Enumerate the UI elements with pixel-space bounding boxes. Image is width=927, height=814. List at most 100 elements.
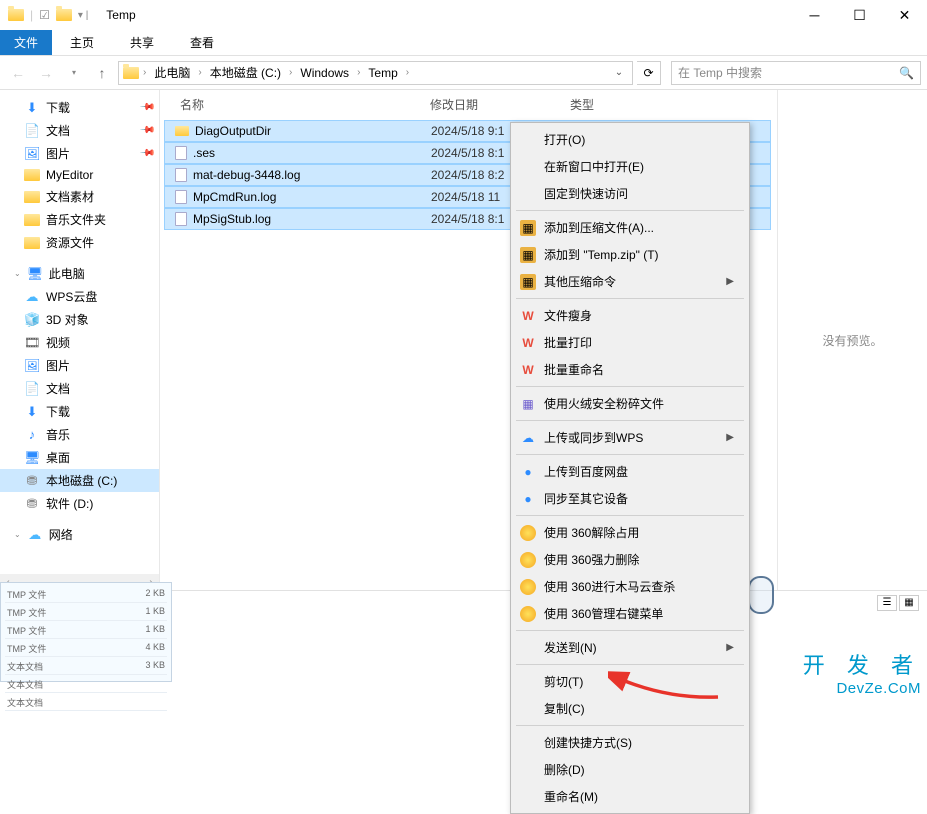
sidebar-item[interactable]: MyEditor [0,165,159,185]
sidebar-item[interactable]: 文档素材 [0,185,159,208]
menu-item-label: 删除(D) [544,761,585,778]
chevron-right-icon[interactable]: › [141,67,148,78]
menu-item[interactable]: W文件瘦身 [514,302,746,329]
nav-back-button[interactable]: ← [6,61,30,85]
menu-item[interactable]: W批量重命名 [514,356,746,383]
tab-share[interactable]: 共享 [112,30,172,55]
menu-item[interactable]: 在新窗口中打开(E) [514,153,746,180]
expand-icon[interactable]: ⌄ [14,269,21,278]
drive-icon: ⛃ [24,473,40,489]
breadcrumb[interactable]: Temp [364,66,401,80]
chevron-right-icon[interactable]: › [287,67,294,78]
menu-item-label: 使用火绒安全粉碎文件 [544,395,664,412]
menu-item[interactable]: ●同步至其它设备 [514,485,746,512]
file-icon [175,190,187,204]
menu-item[interactable]: ●上传到百度网盘 [514,458,746,485]
sidebar-item[interactable]: 音乐文件夹 [0,208,159,231]
menu-item[interactable]: ▦其他压缩命令▶ [514,268,746,295]
sidebar-item[interactable]: ⬇下载📌 [0,96,159,119]
sidebar-item-label: 音乐 [46,426,70,443]
sidebar-item[interactable]: 📄文档 [0,377,159,400]
window-folder-icon [8,9,24,21]
menu-item[interactable]: 重命名(M) [514,783,746,810]
qat-folder-icon[interactable] [56,9,72,21]
refresh-button[interactable]: ⟳ [637,61,661,85]
context-menu: 打开(O)在新窗口中打开(E) 固定到快速访问 ▦添加到压缩文件(A)...▦添加到… [510,122,750,814]
menu-item[interactable]: 使用 360解除占用 [514,519,746,546]
expand-icon[interactable]: ⌄ [14,530,21,539]
title-bar: | ☑ ▾ | Temp ─ ☐ ✕ [0,0,927,30]
folder-icon [24,191,40,203]
3d-icon: 🧊 [24,312,40,328]
column-name[interactable]: 名称 [170,96,430,113]
menu-item[interactable]: 剪切(T) [514,668,746,695]
column-date[interactable]: 修改日期 [430,96,570,113]
menu-item[interactable]: 固定到快速访问 [514,180,746,207]
thumb-row: TMP 文件1 KB [5,623,167,639]
menu-item[interactable]: 使用 360进行木马云查杀 [514,573,746,600]
bottom-thumbnail: TMP 文件2 KBTMP 文件1 KBTMP 文件1 KBTMP 文件4 KB… [0,582,172,682]
sidebar-item[interactable]: 📄文档📌 [0,119,159,142]
tab-view[interactable]: 查看 [172,30,232,55]
minimize-button[interactable]: ─ [792,0,837,30]
breadcrumb[interactable]: 此电脑 [150,64,194,81]
breadcrumb[interactable]: Windows [296,66,353,80]
menu-item-label: 添加到 "Temp.zip" (T) [544,246,659,263]
menu-item[interactable]: ▦添加到压缩文件(A)... [514,214,746,241]
menu-item[interactable]: 删除(D) [514,756,746,783]
nav-forward-button[interactable]: → [34,61,58,85]
menu-item[interactable]: 创建快捷方式(S) [514,729,746,756]
chevron-right-icon[interactable]: › [355,67,362,78]
address-dropdown-icon[interactable]: ⌄ [610,67,628,78]
file-icon [175,146,187,160]
address-bar[interactable]: › 此电脑 › 本地磁盘 (C:) › Windows › Temp › ⌄ [118,61,633,85]
view-thumbnails-icon[interactable]: ▦ [899,595,919,611]
menu-item[interactable]: 使用 360管理右键菜单 [514,600,746,627]
sidebar-item[interactable]: ⛃软件 (D:) [0,492,159,515]
nav-recent-button[interactable]: ▾ [62,61,86,85]
menu-item[interactable]: W批量打印 [514,329,746,356]
menu-item[interactable]: ☁上传或同步到WPS▶ [514,424,746,451]
nav-up-button[interactable]: ↑ [90,61,114,85]
desktop-icon: 🖥 [27,266,43,282]
menu-item[interactable]: ▦添加到 "Temp.zip" (T) [514,241,746,268]
chevron-right-icon[interactable]: › [196,67,203,78]
sidebar-item[interactable]: ⛃本地磁盘 (C:) [0,469,159,492]
sidebar-item[interactable]: ☁WPS云盘 [0,285,159,308]
thumb-row: 文本文档 [5,695,167,711]
menu-item[interactable]: ▦使用火绒安全粉碎文件 [514,390,746,417]
sidebar-item[interactable]: 资源文件 [0,231,159,254]
search-icon[interactable]: 🔍 [899,66,914,80]
view-details-icon[interactable]: ☰ [877,595,897,611]
chevron-right-icon[interactable]: › [404,67,411,78]
qat-check-icon[interactable]: ☑ [39,8,50,22]
menu-item[interactable]: 复制(C) [514,695,746,722]
sidebar-item[interactable]: 🖼图片📌 [0,142,159,165]
tab-home[interactable]: 主页 [52,30,112,55]
menu-item-label: 固定到快速访问 [544,185,628,202]
sidebar-item-label: 软件 (D:) [46,495,93,512]
maximize-button[interactable]: ☐ [837,0,882,30]
breadcrumb[interactable]: 本地磁盘 (C:) [206,64,285,81]
sidebar-item-label: 视频 [46,334,70,351]
close-button[interactable]: ✕ [882,0,927,30]
sidebar-item[interactable]: 🎞视频 [0,331,159,354]
bd-icon: ● [520,464,536,480]
sidebar-item-label: 文档 [46,380,70,397]
qat-dropdown-icon[interactable]: ▾ | [78,10,88,21]
sidebar-header[interactable]: ⌄☁网络 [0,523,159,546]
menu-item[interactable]: 发送到(N)▶ [514,634,746,661]
menu-item[interactable]: 打开(O) [514,126,746,153]
sidebar-item-label: 下载 [46,403,70,420]
sidebar-item[interactable]: ♪音乐 [0,423,159,446]
column-type[interactable]: 类型 [570,96,650,113]
sidebar-item[interactable]: 🖼图片 [0,354,159,377]
menu-item[interactable]: 使用 360强力删除 [514,546,746,573]
search-input[interactable]: 在 Temp 中搜索 🔍 [671,61,921,85]
sidebar-item[interactable]: 🧊3D 对象 [0,308,159,331]
sidebar-item[interactable]: ⬇下载 [0,400,159,423]
sidebar-item[interactable]: 🖥桌面 [0,446,159,469]
tab-file[interactable]: 文件 [0,30,52,55]
sidebar-header[interactable]: ⌄🖥此电脑 [0,262,159,285]
menu-separator [516,386,744,387]
